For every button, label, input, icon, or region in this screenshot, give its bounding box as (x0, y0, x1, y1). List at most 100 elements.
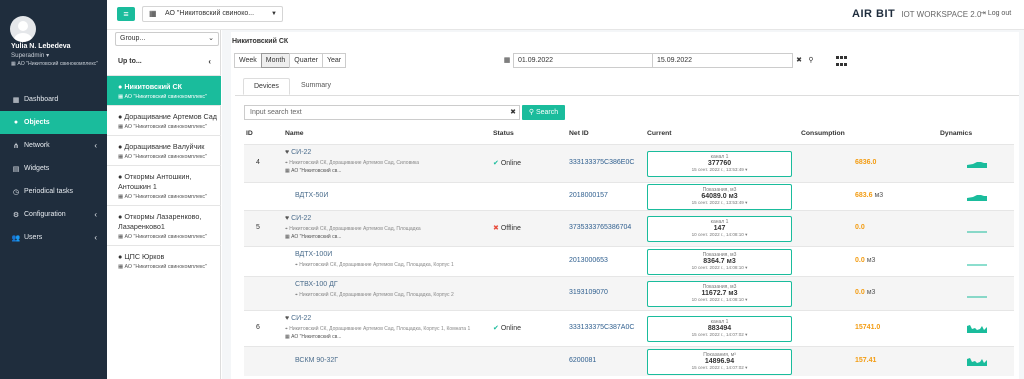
grid-view-icon[interactable] (836, 55, 848, 66)
group-item[interactable]: ● Доращивание Артемов Сад ▦ АО "Никитовск… (107, 105, 221, 135)
net-id-link[interactable]: 2013000653 (569, 257, 608, 264)
map-pin-icon: ● (13, 119, 19, 126)
caret-down-icon[interactable]: ▾ (744, 332, 747, 337)
net-id-link[interactable]: 6200081 (569, 357, 596, 364)
group-select-value: Group... (120, 35, 146, 42)
sparkline-area (967, 325, 987, 333)
logout-link[interactable]: ⇥ Log out (980, 9, 1011, 17)
current-reading[interactable]: канал 1 147 10 сент. 2022 г., 14:08:10 ▾ (647, 216, 792, 242)
group-name-label: Доращивание Артемов Сад (124, 112, 217, 121)
page-title: Никитовский СК (232, 38, 289, 45)
current-reading[interactable]: Показания, м3 64089.0 м3 15 сент. 2022 г.,… (647, 184, 792, 210)
col-id: ID (246, 130, 253, 137)
workspace-label: IOT WORKSPACE 2.0 (901, 9, 982, 19)
period-quarter-button[interactable]: Quarter (289, 53, 323, 68)
group-item[interactable]: ● ЦПС Юрков ▦ АО "Никитовский свинокомпле… (107, 245, 221, 275)
menu-item-configuration[interactable]: ⚙ Configuration ‹ (0, 203, 107, 226)
net-id-link[interactable]: 3193109070 (569, 289, 608, 296)
dynamics-sparkline[interactable] (967, 158, 989, 168)
search-input[interactable]: Input search text ✖ (244, 105, 520, 120)
net-id-link[interactable]: 2018000157 (569, 192, 608, 199)
consumption-number: 157.41 (855, 357, 877, 364)
caret-down-icon[interactable]: ▾ (744, 232, 747, 237)
current-reading[interactable]: Показания, м3 11672.7 м3 10 сент. 2022 г.,… (647, 281, 792, 307)
clear-dates-icon[interactable]: ✖ (793, 53, 805, 68)
table-row: ВСКМ 90-32Г 6200081 Показания, м³ 14896.94 1… (244, 346, 1014, 376)
caret-down-icon[interactable]: ▾ (744, 200, 747, 205)
search-icon[interactable]: ⚲ (805, 53, 817, 68)
net-id-link[interactable]: 333133375C386E0C (569, 159, 634, 166)
device-table-body: 4 ♥ СИ-22 ⌖ Никитовский СК, Доращивание Ар… (244, 144, 1014, 376)
user-role-dropdown[interactable]: Superadmin ▾ (11, 52, 49, 59)
caret-down-icon[interactable]: ▾ (744, 297, 747, 302)
tab-summary[interactable]: Summary (291, 78, 341, 93)
device-name-link[interactable]: ♥ СИ-22 (285, 215, 311, 222)
current-reading[interactable]: канал 1 883494 15 сент. 2022 г., 14:07:02 … (647, 316, 792, 342)
table-row: СТВХ-100 ДГ ⌖ Никитовский СК, Доращивание… (244, 276, 1014, 310)
menu-item-dashboard[interactable]: ▦ Dashboard (0, 88, 107, 111)
hamburger-icon: ≡ (123, 9, 129, 19)
menu-item-label: Users (24, 234, 43, 241)
left-nav: Yulia N. Lebedeva Superadmin ▾ ▦ АО "Ник… (0, 0, 107, 379)
group-item[interactable]: ● Откормы Лазаренково, Лазаренково1 ▦ АО … (107, 205, 221, 245)
dynamics-sparkline[interactable] (967, 288, 989, 298)
caret-down-icon[interactable]: ▾ (744, 265, 747, 270)
menu-item-users[interactable]: 👥 Users ‹ (0, 226, 107, 249)
dynamics-sparkline[interactable] (967, 191, 989, 201)
net-id-link[interactable]: 333133375C387A0C (569, 324, 634, 331)
menu-toggle-button[interactable]: ≡ (117, 7, 135, 21)
device-name-link[interactable]: ♥ СИ-22 (285, 315, 311, 322)
group-item[interactable]: ● Откормы Антошкин, Антошкин 1 ▦ АО "Ники… (107, 165, 221, 205)
current-time: 15 сент. 2022 г., 14:07:02 ▾ (648, 332, 791, 338)
up-to-button[interactable]: Up to... ‹ (107, 51, 221, 73)
group-name-label: Доращивание Валуйчик (124, 142, 205, 151)
status-badge: ✖ Offline (493, 224, 521, 232)
device-name-link[interactable]: ВСКМ 90-32Г (295, 357, 338, 364)
search-button[interactable]: ⚲ Search (522, 105, 565, 120)
menu-item-objects[interactable]: ● Objects (0, 111, 107, 134)
clear-search-icon[interactable]: ✖ (510, 106, 516, 119)
date-to-input[interactable]: 15.09.2022 (652, 53, 793, 68)
current-time: 10 сент. 2022 г., 14:08:10 ▾ (648, 297, 791, 303)
current-reading[interactable]: канал 1 377760 15 сент. 2022 г., 13:53:49 … (647, 151, 792, 177)
group-org-label: АО "Никитовский свинокомплекс" (124, 94, 207, 100)
search-placeholder: Input search text (250, 109, 302, 116)
group-select[interactable]: Group... ⌄ (115, 32, 219, 46)
period-year-button[interactable]: Year (321, 53, 347, 68)
net-id-link[interactable]: 3735333765386704 (569, 224, 631, 231)
menu-item-network[interactable]: ⋔ Network ‹ (0, 134, 107, 157)
group-item[interactable]: ● Доращивание Валуйчик ▦ АО "Никитовский … (107, 135, 221, 165)
up-to-label: Up to... (118, 58, 142, 65)
row-id: 5 (256, 224, 260, 231)
table-row: ВДТХ-100И ⌖ Никитовский СК, Доращивание А… (244, 246, 1014, 276)
period-week-button[interactable]: Week (234, 53, 262, 68)
caret-down-icon[interactable]: ▾ (744, 167, 747, 172)
menu-item-widgets[interactable]: ▤ Widgets (0, 157, 107, 180)
current-reading[interactable]: Показания, м3 8364.7 м3 10 сент. 2022 г., … (647, 249, 792, 275)
device-name-link[interactable]: ♥ СИ-22 (285, 149, 311, 156)
gear-icon: ⚙ (12, 211, 20, 219)
date-from-input[interactable]: 01.09.2022 (513, 53, 653, 68)
dynamics-sparkline[interactable] (967, 323, 989, 333)
menu-item-periodical-tasks[interactable]: ◷ Periodical tasks (0, 180, 107, 203)
group-org: ▦ АО "Никитовский свинокомплекс" (118, 234, 217, 240)
caret-down-icon[interactable]: ▾ (744, 365, 747, 370)
current-reading[interactable]: Показания, м³ 14896.94 15 сент. 2022 г., 1… (647, 349, 792, 375)
organization-select[interactable]: ▦ АО "Никитовский свиноко... ▼ (142, 6, 283, 22)
dynamics-sparkline[interactable] (967, 256, 989, 266)
dynamics-sparkline[interactable] (967, 356, 989, 366)
device-name-link[interactable]: СТВХ-100 ДГ (295, 281, 338, 288)
avatar[interactable] (10, 16, 36, 42)
device-name-link[interactable]: ВДТХ-100И (295, 251, 332, 258)
dashboard-icon: ▦ (12, 96, 20, 104)
tab-devices[interactable]: Devices (243, 78, 290, 95)
period-month-button[interactable]: Month (260, 53, 291, 68)
dynamics-sparkline[interactable] (967, 223, 989, 233)
group-item[interactable]: ● Никитовский СК ▦ АО "Никитовский свинок… (107, 75, 221, 105)
group-name: ● Доращивание Артемов Сад (118, 112, 217, 122)
device-address: ⌖ Никитовский СК, Доращивание Артемов Са… (285, 226, 421, 232)
cross-icon: ✖ (493, 225, 501, 232)
device-name-link[interactable]: ВДТХ-50И (295, 192, 328, 199)
consumption-value: 0.0 м3 (855, 257, 875, 264)
consumption-value: 157.41 (855, 357, 876, 364)
